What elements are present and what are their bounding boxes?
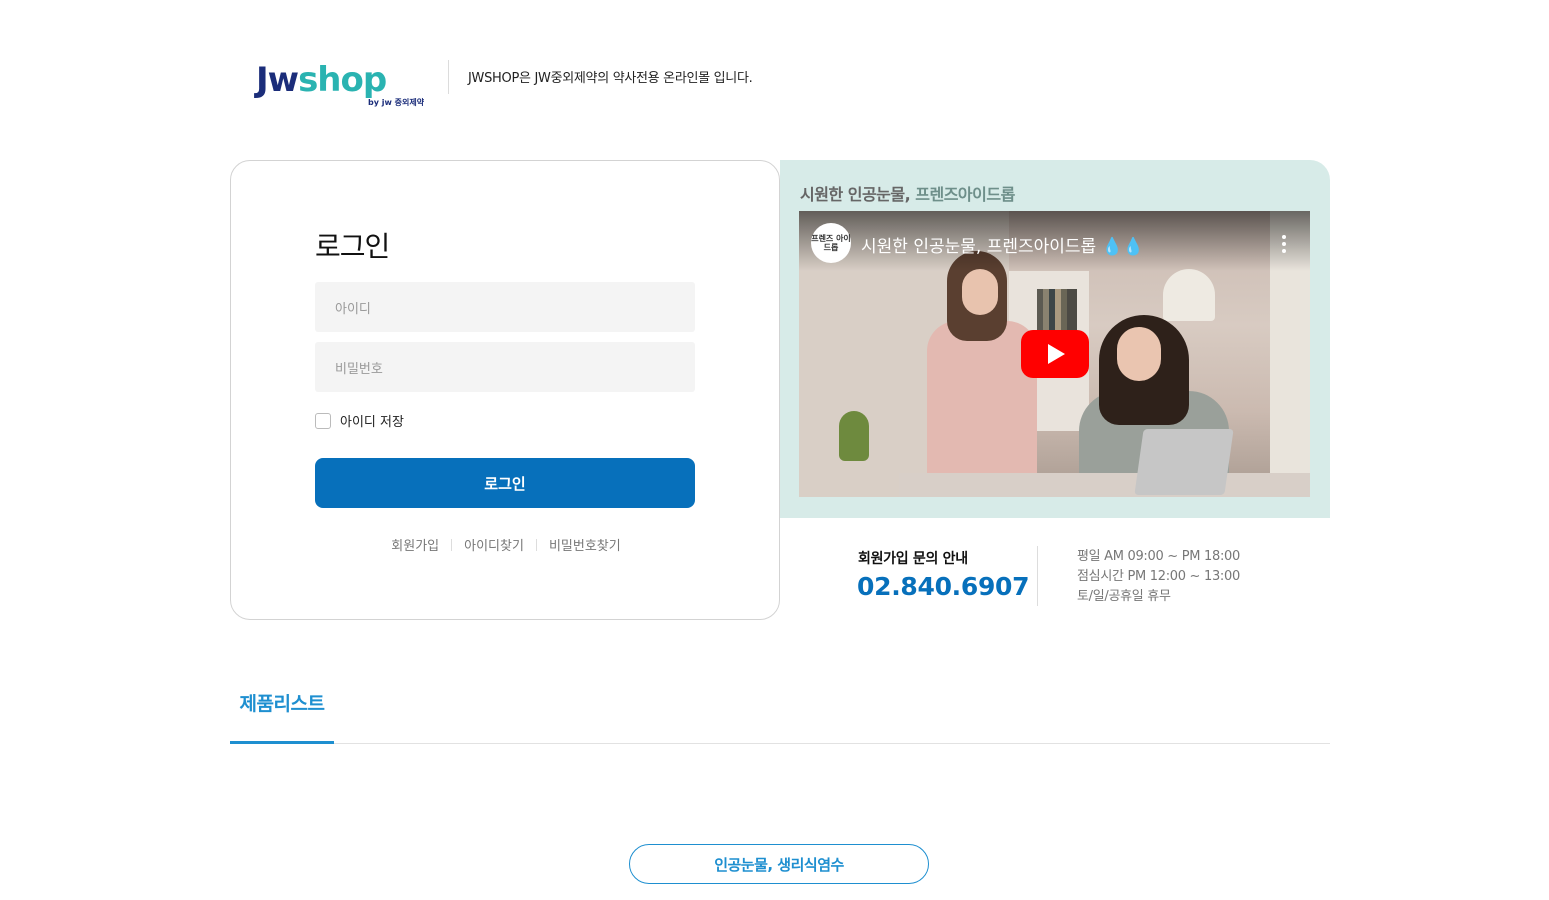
tab-product-list[interactable]: 제품리스트 — [230, 680, 334, 744]
header-divider — [448, 60, 449, 94]
contact-divider — [1037, 546, 1038, 606]
link-separator — [535, 538, 537, 551]
video-heading-prefix: 시원한 인공눈물, — [800, 185, 916, 204]
video-heading-accent: 프렌즈아이드롭 — [915, 185, 1015, 204]
signup-link[interactable]: 회원가입 — [391, 535, 439, 554]
login-card: 로그인 아이디 비밀번호 아이디 저장 로그인 회원가입 아이디찾기 비밀번호찾… — [230, 160, 780, 620]
logo-byline: by jw 중외제약 — [368, 98, 425, 107]
channel-avatar[interactable]: 프렌즈 아이드롭 — [811, 223, 851, 263]
video-scene-person-face — [1117, 327, 1161, 381]
remember-id[interactable]: 아이디 저장 — [315, 411, 404, 430]
find-password-link[interactable]: 비밀번호찾기 — [549, 535, 621, 554]
more-options-icon[interactable] — [1282, 235, 1286, 253]
remember-id-checkbox[interactable] — [315, 412, 331, 429]
video-panel: 시원한 인공눈물, 프렌즈아이드롭 프렌즈 아이드롭 시원한 인공눈물, 프렌즈… — [780, 160, 1330, 518]
hours-weekday: 평일 AM 09:00 ~ PM 18:00 — [1077, 549, 1240, 564]
video-title[interactable]: 시원한 인공눈물, 프렌즈아이드롭 💧💧 — [861, 232, 1144, 257]
product-tabs: 제품리스트 — [230, 680, 1330, 744]
hours-closed: 토/일/공휴일 휴무 — [1077, 589, 1171, 604]
login-title: 로그인 — [315, 230, 390, 263]
header-description: JWSHOP은 JW중외제약의 약사전용 온라인몰 입니다. — [468, 71, 753, 86]
logo-shop-text: shop — [298, 60, 387, 100]
video-scene-desk — [899, 473, 1310, 497]
find-id-link[interactable]: 아이디찾기 — [464, 535, 524, 554]
jwshop-logo[interactable]: Jwshop by jw 중외제약 — [256, 60, 424, 110]
video-scene-lamp — [1163, 269, 1215, 321]
video-scene-plant — [839, 411, 869, 461]
login-button[interactable]: 로그인 — [315, 458, 695, 508]
video-heading: 시원한 인공눈물, 프렌즈아이드롭 — [800, 181, 1015, 205]
video-scene-laptop — [1134, 429, 1234, 495]
category-button[interactable]: 인공눈물, 생리식염수 — [629, 844, 929, 884]
login-links: 회원가입 아이디찾기 비밀번호찾기 — [231, 535, 781, 554]
id-input[interactable]: 아이디 — [315, 282, 695, 332]
remember-id-label: 아이디 저장 — [340, 415, 404, 430]
youtube-embed[interactable]: 프렌즈 아이드롭 시원한 인공눈물, 프렌즈아이드롭 💧💧 — [799, 211, 1310, 497]
link-separator — [451, 538, 453, 551]
contact-label: 회원가입 문의 안내 — [858, 551, 968, 567]
contact-phone: 02.840.6907 — [857, 572, 1030, 601]
hours-lunch: 점심시간 PM 12:00 ~ 13:00 — [1077, 569, 1240, 584]
play-icon — [1048, 344, 1065, 364]
logo-wordmark: Jwshop — [256, 60, 387, 100]
video-scene-person-face — [962, 269, 998, 315]
business-hours: 평일 AM 09:00 ~ PM 18:00 점심시간 PM 12:00 ~ 1… — [1077, 547, 1240, 607]
password-input[interactable]: 비밀번호 — [315, 342, 695, 392]
play-button[interactable] — [1021, 330, 1089, 378]
logo-jw-text: Jw — [256, 60, 299, 100]
site-header: Jwshop by jw 중외제약 JWSHOP은 JW중외제약의 약사전용 온… — [256, 58, 956, 110]
